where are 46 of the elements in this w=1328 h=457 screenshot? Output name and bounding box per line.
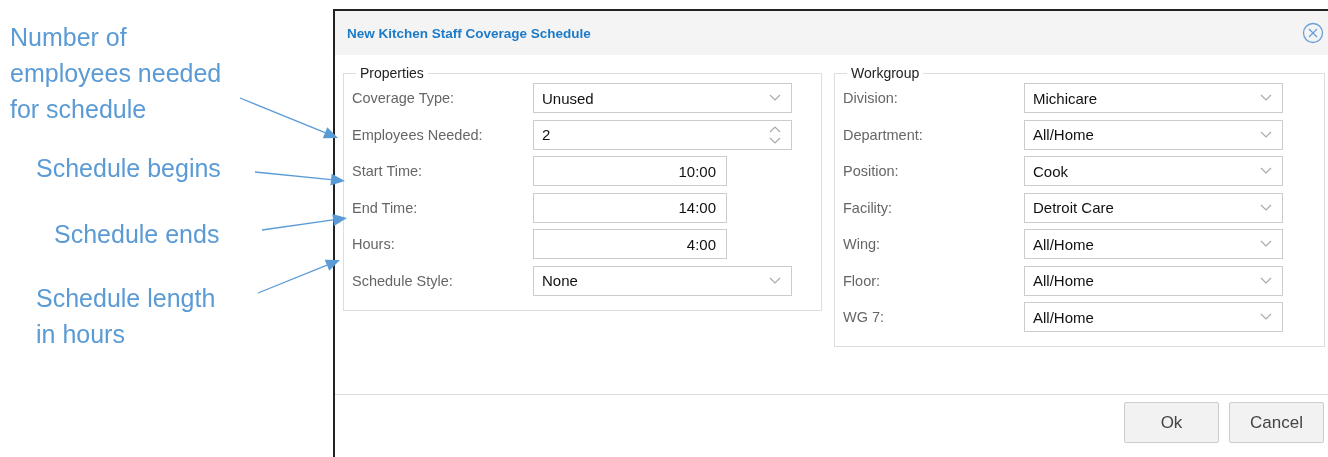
field-label: Start Time: xyxy=(352,163,424,179)
select-field[interactable]: Cook xyxy=(1024,156,1283,186)
chevron-down-icon xyxy=(1260,276,1272,285)
time-field[interactable]: 10:00 xyxy=(533,156,727,186)
field-label: WG 7: xyxy=(843,309,886,325)
select-field[interactable]: Detroit Care xyxy=(1024,192,1283,223)
chevron-down-icon xyxy=(769,276,781,285)
field-label: Floor: xyxy=(843,272,882,289)
select-field[interactable]: All/Home xyxy=(1024,302,1283,332)
time-field[interactable]: 4:00 xyxy=(533,229,727,259)
chevron-down-icon xyxy=(1260,203,1272,212)
field-label: Position: xyxy=(843,163,900,179)
field-label: Coverage Type: xyxy=(352,90,456,106)
chevron-down-icon xyxy=(1260,94,1272,102)
field-label: Facility: xyxy=(843,199,894,216)
field-label: Wing: xyxy=(843,236,882,252)
select-field[interactable]: Michicare xyxy=(1024,83,1283,113)
select-field[interactable]: All/Home xyxy=(1024,265,1283,296)
time-field[interactable]: 14:00 xyxy=(533,192,727,223)
select-field[interactable]: All/Home xyxy=(1024,229,1283,259)
field-label: End Time: xyxy=(352,199,419,216)
group-legend: Workgroup xyxy=(847,65,924,81)
field-label: Schedule Style: xyxy=(352,272,454,289)
close-icon[interactable] xyxy=(1302,22,1324,44)
chevron-down-icon xyxy=(1260,167,1272,175)
annotation-text: Number of employees needed for schedule xyxy=(10,22,222,125)
annotation-text: Schedule ends xyxy=(54,219,220,250)
field-label: Hours: xyxy=(352,236,396,252)
ok-button[interactable]: Ok xyxy=(1124,402,1219,443)
cancel-button[interactable]: Cancel xyxy=(1229,402,1324,443)
select-field[interactable]: None xyxy=(533,265,792,296)
number-field[interactable]: 2 xyxy=(533,119,792,150)
chevron-down-icon xyxy=(1260,240,1272,248)
select-field[interactable]: Unused xyxy=(533,83,792,113)
field-label: Employees Needed: xyxy=(352,126,484,143)
field-label: Division: xyxy=(843,90,899,106)
chevron-down-icon xyxy=(769,94,781,102)
annotation-text: Schedule begins xyxy=(36,153,221,184)
dialog-title: New Kitchen Staff Coverage Schedule xyxy=(347,25,591,41)
chevron-down-icon xyxy=(1260,313,1272,321)
select-field[interactable]: All/Home xyxy=(1024,119,1283,150)
chevron-down-icon xyxy=(1260,130,1272,139)
annotation-text: Schedule length in hours xyxy=(36,283,216,350)
field-label: Department: xyxy=(843,126,924,143)
spinner-icon xyxy=(769,124,781,145)
group-legend: Properties xyxy=(356,65,428,81)
